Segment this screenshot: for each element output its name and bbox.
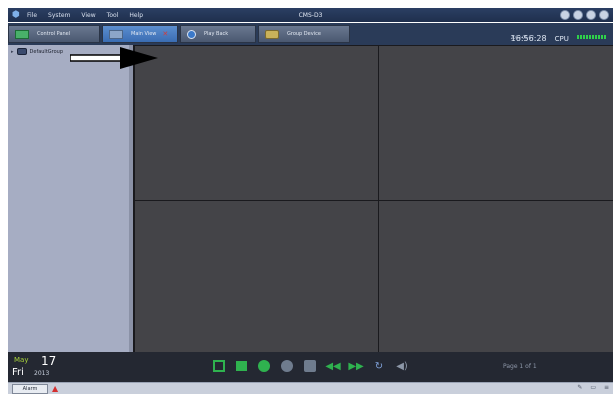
minimize-button[interactable]: [573, 10, 583, 20]
video-cell[interactable]: [135, 201, 378, 353]
playback-icon: [187, 29, 196, 39]
alarm-tab[interactable]: Alarm: [12, 384, 48, 394]
group-device-icon: [265, 29, 279, 39]
status-icons: ✎ ▭ ≡: [571, 384, 609, 391]
clock-date: 2013-05-17: [510, 35, 534, 40]
status-bar: Alarm ▲ ✎ ▭ ≡: [8, 382, 613, 394]
tab-control-panel[interactable]: Control Panel: [8, 25, 100, 43]
pin-icon[interactable]: ✎: [577, 384, 582, 391]
tab-bar: Control Panel Main View ✕ Play Back Grou…: [8, 23, 613, 45]
date-display: May 17 Fri 2013: [11, 354, 71, 380]
date-day: 17: [41, 354, 57, 368]
menu-icon[interactable]: ≡: [604, 384, 609, 391]
title-bar: ⬢ File System View Tool Help CMS-D3: [8, 8, 613, 22]
menu-view[interactable]: View: [81, 12, 95, 19]
window-icon[interactable]: ▭: [590, 384, 596, 391]
tree-item-default-group[interactable]: ▸ DefaultGroup: [11, 48, 63, 55]
video-cell[interactable]: [379, 201, 613, 353]
tab-label: Play Back: [204, 31, 229, 37]
page-indicator: Page 1 of 1: [503, 363, 537, 370]
tab-label: Main View: [131, 31, 157, 37]
record-icon[interactable]: [258, 360, 270, 372]
menu-tool[interactable]: Tool: [107, 12, 119, 19]
video-cell[interactable]: [135, 46, 378, 200]
tab-group-device[interactable]: Group Device: [258, 25, 350, 43]
tab-label: Control Panel: [37, 31, 71, 37]
expand-icon[interactable]: ▸: [11, 49, 14, 55]
bottom-toolbar: May 17 Fri 2013 ◀◀ ▶▶ ↻ ◀) Page 1 of 1: [8, 352, 613, 382]
window-controls: [557, 10, 609, 20]
maximize-button[interactable]: [586, 10, 596, 20]
cpu-meter: [577, 34, 607, 39]
date-year: 2013: [34, 370, 50, 377]
alarm-bell-icon[interactable]: ▲: [52, 384, 58, 393]
view-controls: ◀◀ ▶▶ ↻ ◀): [213, 360, 419, 372]
menu-help[interactable]: Help: [129, 12, 143, 19]
tab-play-back[interactable]: Play Back: [180, 25, 256, 43]
window-title: CMS-D3: [298, 11, 323, 19]
volume-icon[interactable]: ◀): [396, 360, 408, 372]
close-button[interactable]: [599, 10, 609, 20]
tab-label: Group Device: [287, 31, 321, 37]
close-tab-icon[interactable]: ✕: [162, 30, 168, 38]
fit-screen-icon[interactable]: [213, 360, 225, 372]
camera-group-icon: [16, 48, 27, 55]
menu-file[interactable]: File: [27, 12, 37, 19]
video-cell[interactable]: [379, 46, 613, 200]
device-tree-panel: ▸ DefaultGroup: [8, 45, 133, 352]
film-icon[interactable]: [281, 360, 293, 372]
tab-main-view[interactable]: Main View ✕: [102, 25, 178, 43]
screen-icon: [109, 29, 123, 39]
video-grid: [133, 45, 613, 353]
date-month: May: [14, 356, 29, 364]
camera-icon[interactable]: [304, 360, 316, 372]
stop-icon[interactable]: [236, 361, 247, 371]
annotation-arrow-icon: [70, 47, 158, 69]
loop-icon[interactable]: ↻: [373, 360, 385, 372]
settings-button[interactable]: [560, 10, 570, 20]
monitor-icon: [15, 29, 29, 39]
date-weekday: Fri: [12, 367, 24, 378]
rewind-icon[interactable]: ◀◀: [325, 360, 340, 372]
app-logo-icon: ⬢: [12, 9, 20, 20]
fast-forward-icon[interactable]: ▶▶: [348, 360, 363, 372]
tree-item-label: DefaultGroup: [29, 48, 64, 55]
status-clock: 16:56:28 CPU 2013-05-17: [511, 26, 607, 45]
cpu-label: CPU: [554, 35, 569, 43]
menu-system[interactable]: System: [48, 12, 70, 19]
